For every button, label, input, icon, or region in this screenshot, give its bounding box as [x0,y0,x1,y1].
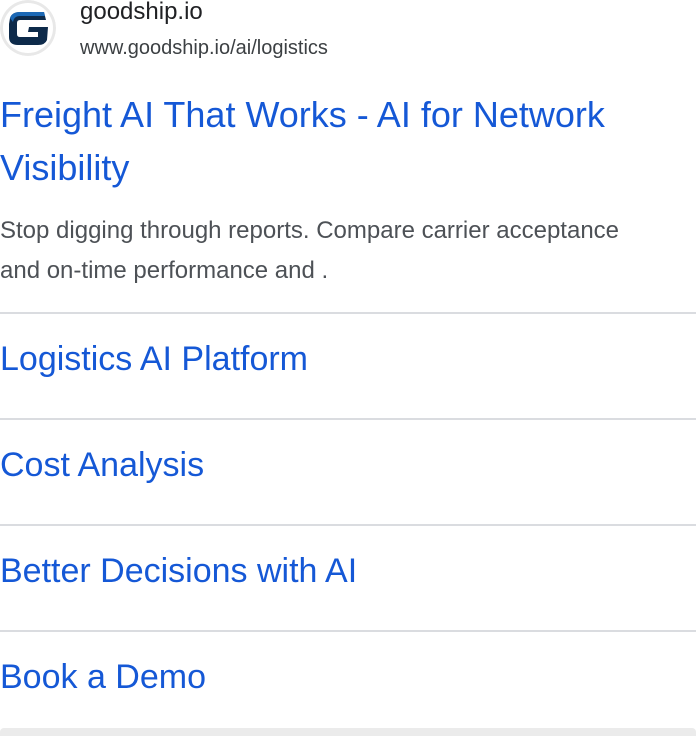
ad-sitelinks-list: Logistics AI Platform Cost Analysis Bett… [0,312,696,736]
sitelink-book-a-demo[interactable]: Book a Demo [0,630,696,736]
ad-description: Stop digging through reports. Compare ca… [0,217,620,284]
sitelink-label[interactable]: Logistics AI Platform [0,338,308,380]
ad-headline-link[interactable]: Freight AI That Works - AI for Network V… [0,88,690,194]
sitelink-cost-analysis[interactable]: Cost Analysis [0,418,696,524]
goodship-logo-graphic [0,0,56,56]
sitelink-better-decisions[interactable]: Better Decisions with AI [0,524,696,630]
ad-display-url[interactable]: www.goodship.io/ai/logistics [80,35,328,61]
sitelink-label[interactable]: Book a Demo [0,656,206,698]
goodship-logo-icon [0,0,56,56]
ad-source-header[interactable]: goodship.io www.goodship.io/ai/logistics [0,0,696,62]
ad-site-name[interactable]: goodship.io [80,0,203,27]
result-bottom-divider [0,728,696,736]
search-ad-result: goodship.io www.goodship.io/ai/logistics… [0,0,696,736]
sitelink-logistics-ai-platform[interactable]: Logistics AI Platform [0,312,696,418]
sitelink-label[interactable]: Better Decisions with AI [0,550,357,592]
sitelink-label[interactable]: Cost Analysis [0,444,204,486]
